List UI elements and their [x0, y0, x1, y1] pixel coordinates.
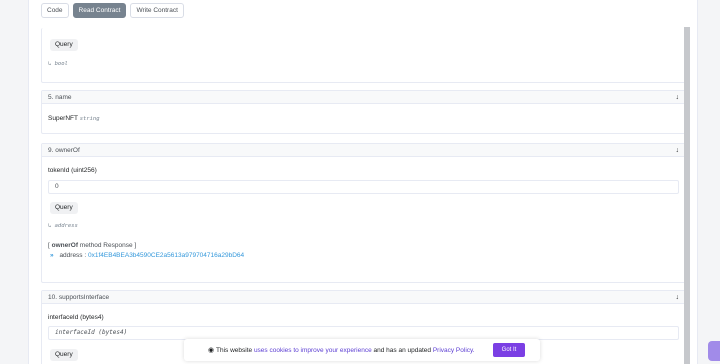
panel-ownerof-header[interactable]: 9. ownerOf ↓: [42, 144, 685, 157]
response-method: ownerOf: [51, 242, 78, 249]
panel-name-title: 5. name: [48, 93, 72, 101]
page: { "tabs": [ {"label": "Code"}, {"label":…: [0, 0, 720, 364]
cookie-text-middle: and has an updated: [373, 346, 431, 354]
tokenid-input[interactable]: 0: [48, 180, 679, 194]
privacy-policy-link[interactable]: Privacy Policy.: [433, 347, 475, 354]
panel-supports-header[interactable]: 10. supportsInterface ↓: [42, 291, 685, 304]
return-type: ↳ address: [48, 223, 78, 229]
chat-widget-button[interactable]: [708, 341, 720, 361]
name-type: string: [79, 116, 100, 122]
name-value: SuperNFT: [48, 115, 78, 122]
tokenid-label: tokenId (uint256): [48, 167, 97, 174]
response-header-close: method Response ]: [78, 242, 137, 249]
tab-read-contract[interactable]: Read Contract: [72, 3, 127, 18]
name-result: SuperNFT string: [48, 115, 100, 122]
tab-write-contract[interactable]: Write Contract: [130, 3, 184, 18]
return-type: ↳ bool: [48, 61, 68, 67]
owner-address-link[interactable]: 0x1f4EB4BEA3b4590CE2a5613a979704716a29bD…: [88, 252, 244, 259]
arrow-down-icon[interactable]: ↓: [676, 147, 680, 154]
query-button[interactable]: Query: [50, 39, 78, 51]
contract-container: Code Read Contract Write Contract Query …: [28, 0, 698, 364]
response-header: [ ownerOf method Response ]: [48, 242, 136, 249]
arrow-down-icon[interactable]: ↓: [676, 94, 680, 101]
panel-previous: Query ↳ bool: [41, 28, 686, 83]
response-key: address :: [59, 252, 87, 259]
panel-ownerof-title: 9. ownerOf: [48, 146, 80, 154]
double-chevron-icon: »: [50, 252, 54, 259]
interfaceid-label: interfaceId (bytes4): [48, 314, 104, 321]
panel-supports-title: 10. supportsInterface: [48, 293, 110, 301]
panel-name: 5. name ↓ SuperNFT string: [41, 90, 686, 134]
panel-name-header[interactable]: 5. name ↓: [42, 91, 685, 104]
arrow-down-icon[interactable]: ↓: [676, 294, 680, 301]
tab-code[interactable]: Code: [41, 3, 69, 18]
cookie-icon: ◉: [208, 347, 215, 354]
interfaceid-input[interactable]: interfaceId (bytes4): [48, 326, 679, 340]
query-button[interactable]: Query: [50, 202, 78, 214]
scrollbar[interactable]: [684, 27, 690, 364]
contract-tabs: Code Read Contract Write Contract: [41, 3, 184, 18]
cookie-banner: ◉ This website uses cookies to improve y…: [184, 339, 540, 361]
query-button[interactable]: Query: [50, 349, 78, 361]
panel-ownerof: 9. ownerOf ↓ tokenId (uint256) 0 Query ↳…: [41, 143, 686, 283]
cookie-policy-link[interactable]: uses cookies to improve your experience: [254, 347, 372, 354]
got-it-button[interactable]: Got It: [493, 343, 525, 357]
response-row: » address : 0x1f4EB4BEA3b4590CE2a5613a97…: [50, 252, 244, 259]
cookie-text-prefix: This website: [216, 346, 253, 354]
